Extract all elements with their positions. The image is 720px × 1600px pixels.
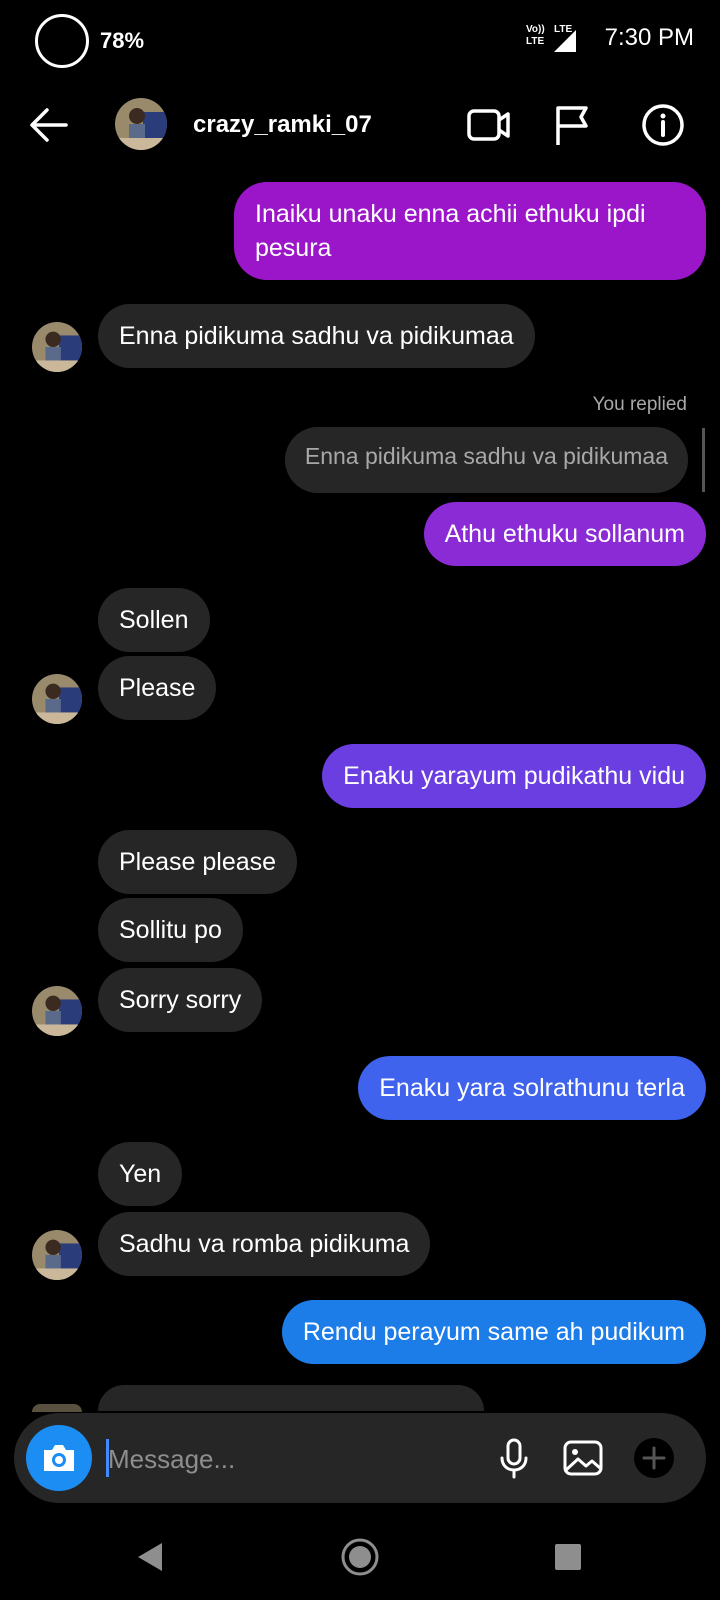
status-bar: 78% Vo)) LTE LTE 7:30 PM bbox=[0, 0, 720, 80]
recents-square-icon bbox=[555, 1544, 581, 1570]
received-message[interactable]: Sollen bbox=[98, 588, 210, 652]
report-flag-button[interactable] bbox=[550, 102, 596, 148]
avatar-photo bbox=[115, 98, 167, 150]
quoted-message[interactable]: Enna pidikuma sadhu va pidikumaa bbox=[284, 427, 688, 493]
nav-back-button[interactable] bbox=[128, 1535, 172, 1579]
back-arrow-icon bbox=[30, 108, 68, 142]
received-message[interactable]: Sadhu va romba pidikuma bbox=[98, 1212, 431, 1276]
received-message[interactable]: Please please bbox=[98, 830, 298, 894]
sender-avatar[interactable] bbox=[32, 986, 82, 1036]
message-input[interactable] bbox=[106, 1433, 470, 1485]
received-message[interactable]: Yen bbox=[98, 1142, 183, 1206]
reply-label: You replied bbox=[592, 394, 687, 415]
sent-message[interactable]: Inaiku unaku enna achii ethuku ipdi pesu… bbox=[234, 182, 706, 280]
system-navigation-bar bbox=[0, 1515, 720, 1600]
sender-avatar[interactable] bbox=[32, 674, 82, 724]
quote-indicator-line bbox=[702, 428, 705, 492]
microphone-icon bbox=[500, 1438, 528, 1479]
camera-button[interactable] bbox=[26, 1425, 92, 1491]
voice-message-button[interactable] bbox=[490, 1434, 538, 1482]
sender-avatar-partial bbox=[32, 1404, 82, 1412]
nav-recents-button[interactable] bbox=[546, 1535, 590, 1579]
nav-home-button[interactable] bbox=[338, 1535, 382, 1579]
more-options-button[interactable] bbox=[630, 1434, 678, 1482]
contact-avatar[interactable] bbox=[115, 98, 167, 150]
battery-percentage: 78% bbox=[100, 28, 145, 53]
sent-message[interactable]: Enaku yara solrathunu terla bbox=[358, 1056, 706, 1120]
battery-ring-icon bbox=[35, 14, 89, 68]
message-composer bbox=[14, 1413, 706, 1503]
flag-icon bbox=[556, 106, 588, 145]
signal-indicator: Vo)) LTE LTE bbox=[526, 24, 586, 52]
info-button[interactable] bbox=[640, 102, 686, 148]
received-message[interactable]: Sorry sorry bbox=[98, 968, 263, 1032]
received-message[interactable]: Enna pidikuma sadhu va pidikumaa bbox=[98, 304, 535, 368]
gallery-button[interactable] bbox=[559, 1434, 607, 1482]
sent-message[interactable]: Rendu perayum same ah pudikum bbox=[281, 1300, 706, 1364]
network-label: Vo)) LTE bbox=[526, 24, 545, 47]
back-button[interactable] bbox=[28, 104, 70, 146]
received-message[interactable]: Sollitu po bbox=[98, 898, 243, 962]
back-triangle-icon bbox=[138, 1543, 162, 1571]
avatar-photo bbox=[32, 1230, 82, 1280]
camera-icon bbox=[44, 1445, 74, 1471]
sent-message[interactable]: Athu ethuku sollanum bbox=[423, 502, 706, 566]
chat-header: crazy_ramki_07 bbox=[0, 90, 720, 160]
gallery-icon bbox=[563, 1440, 603, 1476]
video-call-icon bbox=[467, 109, 510, 141]
received-message-partial bbox=[98, 1385, 484, 1411]
contact-username[interactable]: crazy_ramki_07 bbox=[193, 111, 372, 139]
avatar-photo bbox=[32, 322, 82, 372]
home-circle-icon bbox=[341, 1538, 379, 1576]
video-call-button[interactable] bbox=[466, 102, 512, 148]
avatar-photo bbox=[32, 986, 82, 1036]
sender-avatar[interactable] bbox=[32, 322, 82, 372]
sender-avatar[interactable] bbox=[32, 1230, 82, 1280]
clock: 7:30 PM bbox=[604, 24, 694, 51]
signal-strength-icon bbox=[554, 30, 576, 52]
plus-icon bbox=[634, 1438, 674, 1478]
sent-message[interactable]: Enaku yarayum pudikathu vidu bbox=[322, 744, 706, 808]
avatar-photo bbox=[32, 674, 82, 724]
info-icon bbox=[642, 104, 684, 146]
received-message[interactable]: Please bbox=[98, 656, 217, 720]
